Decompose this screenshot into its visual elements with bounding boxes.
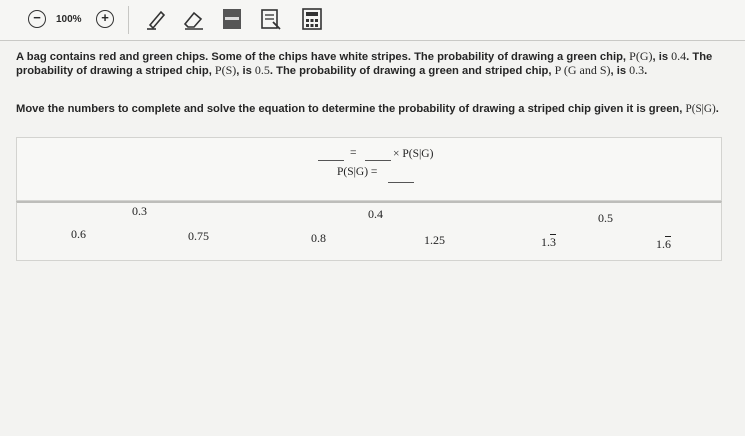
drop-blank-2[interactable] [365, 159, 391, 161]
zoom-in-button[interactable]: + [96, 8, 114, 30]
problem-text: , is [610, 65, 630, 77]
tile-0-3[interactable]: 0.3 [129, 203, 150, 220]
problem-statement: A bag contains red and green chips. Some… [16, 50, 726, 78]
tile-0-5[interactable]: 0.5 [595, 210, 616, 227]
instruction-end: . [715, 103, 719, 115]
eraser-tool-button[interactable] [180, 8, 206, 30]
math-ps: P(S) [214, 63, 237, 77]
times-psg: × P(S|G) [393, 148, 434, 160]
math-value: 0.3 [629, 63, 645, 77]
calculator-button[interactable] [300, 8, 324, 30]
pencil-icon [147, 10, 166, 30]
tile-0-6[interactable]: 0.6 [68, 226, 89, 243]
tile-1-3-repeating[interactable]: 1.3 [538, 234, 559, 251]
math-psg: P(S|G) [685, 103, 716, 115]
math-pgs: P (G and S) [554, 63, 611, 77]
math-pg: P(G) [629, 49, 653, 63]
drop-blank-3[interactable] [388, 181, 414, 183]
toolbar-divider [128, 6, 129, 34]
tile-0-8[interactable]: 0.8 [308, 230, 329, 247]
instruction-label: Move the numbers to complete and solve t… [16, 103, 686, 115]
zoom-out-button[interactable]: − [28, 8, 46, 30]
equals-sign: = [350, 147, 357, 159]
equation-area: = × P(S|G) P(S|G) = [16, 137, 722, 201]
zoom-out-icon: − [28, 10, 46, 28]
calculator-icon [302, 8, 322, 30]
zoom-level: 100% [56, 13, 82, 25]
problem-text: . [644, 65, 648, 77]
math-value: 0.4 [671, 49, 687, 63]
zoom-in-icon: + [96, 10, 114, 28]
toolbar: − 100% + [0, 0, 745, 41]
instruction-text: Move the numbers to complete and solve t… [16, 103, 726, 115]
notes-button[interactable] [259, 8, 283, 30]
number-tiles-area: 0.3 0.4 0.5 0.6 0.75 0.8 1.25 1.3 1.6 [16, 201, 722, 261]
tile-1-6-repeating[interactable]: 1.6 [653, 236, 674, 253]
problem-text: , is [236, 65, 255, 77]
pencil-tool-button[interactable] [143, 8, 169, 30]
eraser-icon [183, 11, 203, 30]
problem-text: , is [652, 51, 672, 63]
problem-text: probability of drawing a striped chip, [16, 65, 215, 77]
problem-text: . The probability of drawing a green and… [269, 65, 555, 77]
problem-text: A bag contains red and green chips. Some… [16, 51, 630, 63]
line-reader-button[interactable] [221, 8, 243, 30]
psg-label: P(S|G) = [337, 166, 378, 178]
math-value: 0.5 [254, 63, 270, 77]
tile-1-25[interactable]: 1.25 [421, 232, 448, 249]
tile-int-part: 1. [541, 235, 550, 249]
tile-repeat-digit: 6 [665, 237, 671, 251]
tile-0-4[interactable]: 0.4 [365, 206, 386, 223]
tile-0-75[interactable]: 0.75 [185, 228, 212, 245]
notes-icon [261, 9, 281, 30]
tile-repeat-digit: 3 [550, 235, 556, 249]
tile-int-part: 1. [656, 237, 665, 251]
line-reader-icon [223, 9, 241, 29]
problem-text: . The [686, 51, 713, 63]
drop-blank-1[interactable] [318, 159, 344, 161]
